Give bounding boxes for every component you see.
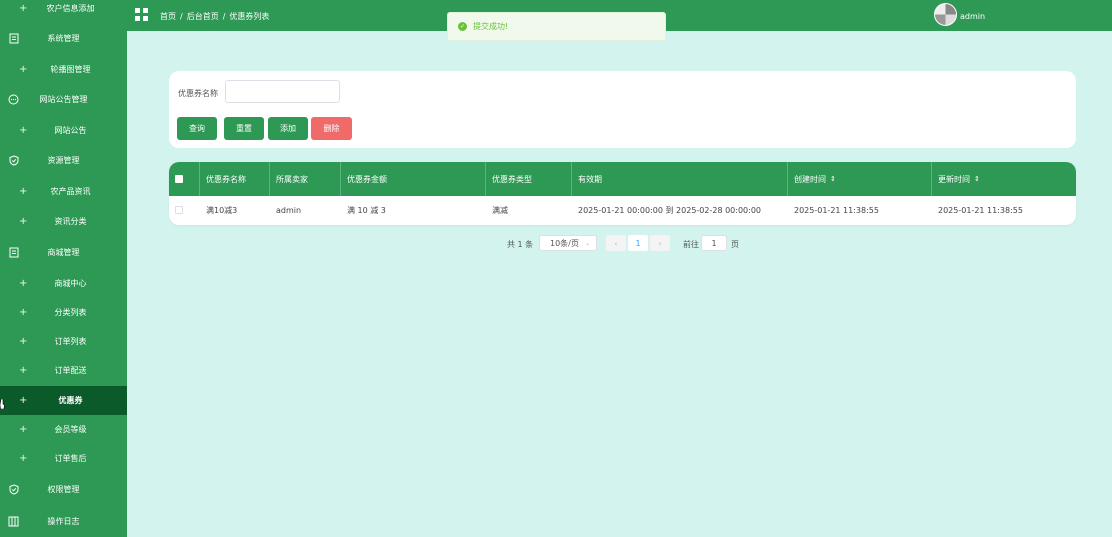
sidebar-item-mall[interactable]: 商城管理 [0,238,127,267]
column-header: 有效期 [572,162,788,196]
column-header-label: 优惠券类型 [492,174,532,184]
column-header-sortable[interactable]: 更新时间 ⇕ [932,162,1076,196]
sidebar-item-label: 分类列表 [54,308,87,317]
pagination-total: 共 1 条 [507,240,534,249]
table-cell: 2025-01-21 00:00:00 到 2025-02-28 00:00:0… [578,206,762,215]
sidebar-item-notice[interactable]: + 网站公告 [0,116,127,145]
sidebar-item-label: 资源管理 [47,156,80,165]
sidebar-item-carousel[interactable]: + 轮播图管理 [0,55,127,84]
coupon-name-label: 优惠券名称 [178,89,218,98]
sidebar-item-news-category[interactable]: + 资讯分类 [0,207,127,236]
column-header-sortable[interactable]: 创建时间 ⇕ [788,162,932,196]
breadcrumb-current: 优惠券列表 [229,12,270,21]
next-page-button[interactable]: › [650,235,670,251]
column-header-label: 所属卖家 [276,174,308,184]
column-header-label: 更新时间 [938,174,970,184]
hand-cursor-icon [0,399,5,409]
table-cell: 满10减3 [206,206,238,215]
column-header: 优惠券类型 [486,162,572,196]
sidebar-item-label: 资讯分类 [54,217,87,226]
sidebar-item-system[interactable]: 系统管理 [0,24,127,53]
sidebar-item-label: 农产品资讯 [50,187,91,196]
chevron-left-icon: ‹ [614,238,618,248]
table-cell: 满 10 减 3 [347,206,386,215]
query-button[interactable]: 查询 [177,117,217,140]
sidebar-item-label: 农户信息添加 [46,4,95,13]
column-header-label: 优惠券名称 [206,174,246,184]
column-header-label: 创建时间 [794,174,826,184]
toast-message: 提交成功! [473,22,509,31]
column-header-label: 优惠券金额 [347,174,387,184]
sidebar-item-label: 网站公告 [54,126,87,135]
sidebar: + 农户信息添加 系统管理 + 轮播图管理 网站公告管理 + 网站公告 资源管理… [0,0,127,537]
goto-page-input[interactable]: 1 [701,235,727,251]
table-cell: 2025-01-21 11:38:55 [938,206,1023,215]
sidebar-item-label: 优惠券 [58,396,83,405]
sidebar-item-label: 操作日志 [47,517,80,526]
goto-label: 前往 [683,240,699,249]
sidebar-item-label: 会员等级 [54,425,87,434]
current-page[interactable]: 1 [628,235,648,251]
grid-menu-icon[interactable] [135,8,148,21]
add-button[interactable]: 添加 [268,117,308,140]
sidebar-item-operation-log[interactable]: 操作日志 [0,507,127,536]
sidebar-item-label: 订单售后 [54,454,87,463]
chevron-down-icon: ⌄ [584,239,590,247]
column-header-label: 有效期 [578,174,602,184]
table-header: 优惠券名称 所属卖家 优惠券金额 优惠券类型 有效期 创建时间 ⇕ 更新时间 ⇕ [169,162,1076,196]
sidebar-item-permission[interactable]: 权限管理 [0,475,127,504]
page-suffix-label: 页 [731,240,739,249]
sidebar-item-coupon[interactable]: + 优惠券 [0,386,127,415]
page-size-select[interactable]: 10条/页 ⌄ [539,235,597,251]
breadcrumb-dashboard[interactable]: 后台首页 [187,12,219,21]
table-cell: 满减 [492,206,508,215]
table-cell: 2025-01-21 11:38:55 [794,206,879,215]
breadcrumb-separator: / [222,12,226,21]
reset-button[interactable]: 重置 [224,117,264,140]
column-header: 所属卖家 [270,162,341,196]
sidebar-item-farmer-add[interactable]: + 农户信息添加 [0,0,127,23]
search-panel: 优惠券名称 查询 重置 添加 删除 [169,71,1076,148]
sort-icon[interactable]: ⇕ [830,175,836,183]
sidebar-item-label: 订单配送 [54,366,87,375]
sidebar-item-agri-news[interactable]: + 农产品资讯 [0,177,127,206]
chevron-right-icon: › [658,238,662,248]
sidebar-item-after-sales[interactable]: + 订单售后 [0,444,127,473]
sidebar-item-order-list[interactable]: + 订单列表 [0,327,127,356]
check-circle-icon: ✓ [458,22,467,31]
delete-button[interactable]: 删除 [311,117,352,140]
username[interactable]: admin [960,12,985,21]
sidebar-item-label: 商城管理 [47,248,80,257]
table-cell: admin [276,206,302,215]
sidebar-item-mall-center[interactable]: + 商城中心 [0,269,127,298]
sidebar-item-resource[interactable]: 资源管理 [0,146,127,175]
page-size-value: 10条/页 [550,238,579,248]
sort-icon[interactable]: ⇕ [974,175,980,183]
row-checkbox[interactable] [175,206,183,214]
coupon-table: 优惠券名称 所属卖家 优惠券金额 优惠券类型 有效期 创建时间 ⇕ 更新时间 ⇕ 满… [169,162,1076,225]
sidebar-item-label: 权限管理 [47,485,80,494]
sidebar-item-label: 网站公告管理 [39,95,88,104]
coupon-name-input[interactable] [225,80,340,103]
breadcrumb-separator: / [180,12,183,21]
breadcrumb-home[interactable]: 首页 [160,12,176,21]
prev-page-button[interactable]: ‹ [606,235,626,251]
sidebar-item-label: 系统管理 [47,34,80,43]
sidebar-item-notice-manage[interactable]: 网站公告管理 [0,85,127,114]
select-all-cell [169,162,200,196]
sidebar-item-order-delivery[interactable]: + 订单配送 [0,356,127,385]
column-header: 优惠券金额 [341,162,486,196]
sidebar-item-label: 轮播图管理 [50,65,91,74]
sidebar-item-label: 商城中心 [54,279,87,288]
select-all-checkbox[interactable] [175,175,183,183]
breadcrumb: 首页 / 后台首页 / 优惠券列表 [160,11,269,22]
sidebar-item-label: 订单列表 [54,337,87,346]
avatar[interactable] [934,3,957,26]
column-header: 优惠券名称 [200,162,270,196]
sidebar-item-member-level[interactable]: + 会员等级 [0,415,127,444]
success-toast: ✓ 提交成功! [447,12,666,41]
sidebar-item-category-list[interactable]: + 分类列表 [0,298,127,327]
